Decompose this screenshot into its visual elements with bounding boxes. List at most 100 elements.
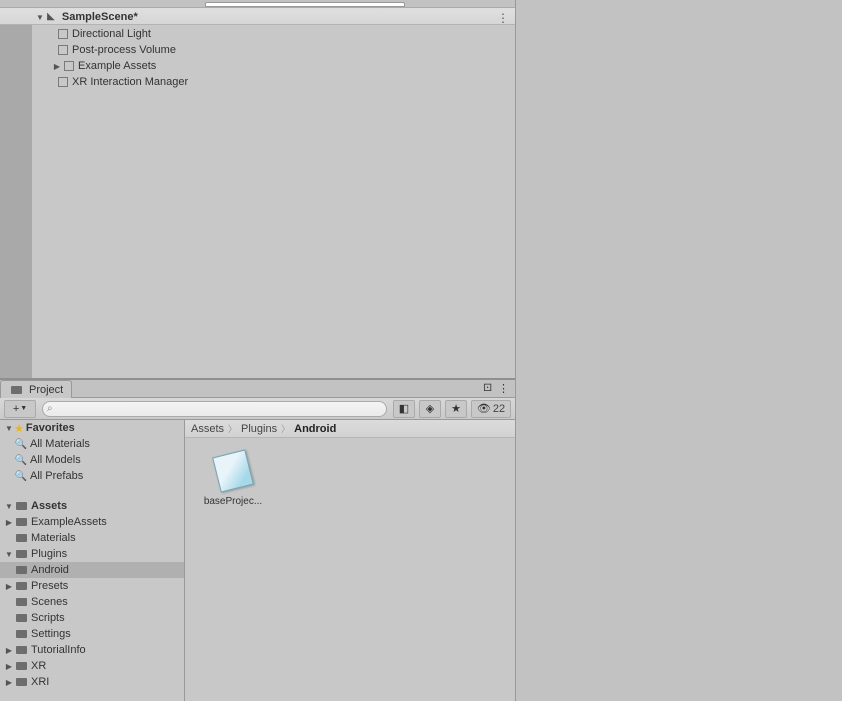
favorite-label: All Prefabs bbox=[30, 470, 83, 482]
caret-icon[interactable] bbox=[4, 550, 14, 559]
folder-label: Scripts bbox=[31, 612, 65, 624]
search-icon bbox=[14, 471, 28, 482]
scene-collapse-caret[interactable] bbox=[36, 11, 44, 23]
project-search-input[interactable]: ⌕ bbox=[42, 401, 387, 417]
caret-icon[interactable] bbox=[4, 678, 14, 687]
star-icon: ★ bbox=[451, 402, 461, 415]
document-icon bbox=[212, 449, 254, 492]
folder-scripts[interactable]: Scripts bbox=[0, 610, 184, 626]
tag-icon: ◈ bbox=[426, 402, 434, 415]
favorite-all-models[interactable]: All Models bbox=[0, 452, 184, 468]
hierarchy-margin bbox=[0, 25, 32, 378]
folder-exampleassets[interactable]: ExampleAssets bbox=[0, 514, 184, 530]
expand-caret[interactable] bbox=[52, 61, 62, 71]
favorite-all-prefabs[interactable]: All Prefabs bbox=[0, 468, 184, 484]
folder-icon bbox=[14, 582, 28, 590]
tab-project[interactable]: Project bbox=[0, 380, 72, 398]
folder-label: Presets bbox=[31, 580, 68, 592]
hierarchy-item-label: Example Assets bbox=[78, 60, 156, 72]
caret-icon[interactable] bbox=[4, 424, 14, 433]
breadcrumb-current[interactable]: Android bbox=[294, 423, 336, 435]
filter-by-label-button[interactable]: ◈ bbox=[419, 400, 441, 418]
caret-icon[interactable] bbox=[4, 662, 14, 671]
caret-icon[interactable] bbox=[4, 582, 14, 591]
assets-label: Assets bbox=[31, 500, 67, 512]
search-sliver[interactable] bbox=[205, 2, 405, 7]
hidden-toggle-button[interactable]: 👁 22 bbox=[471, 400, 511, 418]
filter-type-icon: ◧ bbox=[399, 402, 409, 415]
tab-label: Project bbox=[29, 384, 63, 396]
folder-icon bbox=[14, 534, 28, 542]
assets-header[interactable]: Assets bbox=[0, 498, 184, 514]
favorite-all-materials[interactable]: All Materials bbox=[0, 436, 184, 452]
favorite-button[interactable]: ★ bbox=[445, 400, 467, 418]
hierarchy-item-example-assets[interactable]: Example Assets bbox=[32, 58, 515, 74]
lock-icon[interactable]: ⚀ bbox=[483, 383, 492, 394]
folder-tutorialinfo[interactable]: TutorialInfo bbox=[0, 642, 184, 658]
main-left-pane: SampleScene* ⋮ Directional Light Post-pr… bbox=[0, 0, 516, 701]
hierarchy-item-directional-light[interactable]: Directional Light bbox=[32, 26, 515, 42]
project-tree: ★ Favorites All Materials All Models All bbox=[0, 420, 185, 701]
breadcrumb-sep: 〉 bbox=[228, 422, 237, 435]
plus-icon: + bbox=[13, 403, 19, 415]
hierarchy-context-menu-icon[interactable]: ⋮ bbox=[497, 11, 509, 25]
folder-materials[interactable]: Materials bbox=[0, 530, 184, 546]
folder-settings[interactable]: Settings bbox=[0, 626, 184, 642]
project-panel: Project ⚀ ⋮ + ▼ ⌕ ◧ ◈ ★ bbox=[0, 378, 515, 701]
folder-icon bbox=[14, 662, 28, 670]
gameobject-icon bbox=[56, 27, 70, 41]
favorites-label: Favorites bbox=[26, 422, 75, 434]
breadcrumb-item[interactable]: Assets bbox=[191, 423, 224, 435]
project-tabbar: Project ⚀ ⋮ bbox=[0, 380, 515, 398]
breadcrumb-sep: 〉 bbox=[281, 422, 290, 435]
filter-by-type-button[interactable]: ◧ bbox=[393, 400, 415, 418]
folder-android[interactable]: Android bbox=[0, 562, 184, 578]
folder-label: Materials bbox=[31, 532, 76, 544]
folder-label: ExampleAssets bbox=[31, 516, 107, 528]
project-toolbar: + ▼ ⌕ ◧ ◈ ★ 👁 22 bbox=[0, 398, 515, 420]
hierarchy-panel: SampleScene* ⋮ Directional Light Post-pr… bbox=[0, 8, 515, 378]
folder-presets[interactable]: Presets bbox=[0, 578, 184, 594]
folder-plugins[interactable]: Plugins bbox=[0, 546, 184, 562]
star-icon: ★ bbox=[14, 422, 24, 435]
caret-icon[interactable] bbox=[4, 502, 14, 511]
breadcrumb-item[interactable]: Plugins bbox=[241, 423, 277, 435]
panel-menu-icon[interactable]: ⋮ bbox=[498, 382, 509, 395]
folder-label: Android bbox=[31, 564, 69, 576]
hierarchy-item-label: XR Interaction Manager bbox=[72, 76, 188, 88]
folder-xr[interactable]: XR bbox=[0, 658, 184, 674]
folder-scenes[interactable]: Scenes bbox=[0, 594, 184, 610]
folder-icon bbox=[14, 678, 28, 686]
folder-icon bbox=[14, 614, 28, 622]
unity-icon bbox=[44, 10, 58, 24]
caret-icon[interactable] bbox=[4, 518, 14, 527]
folder-icon bbox=[14, 550, 28, 558]
folder-icon bbox=[14, 502, 28, 510]
search-field[interactable] bbox=[53, 403, 382, 415]
eye-off-icon: 👁 bbox=[477, 402, 491, 415]
scene-header-row[interactable]: SampleScene* bbox=[0, 8, 515, 25]
search-icon bbox=[14, 455, 28, 466]
caret-icon[interactable] bbox=[4, 646, 14, 655]
folder-label: XRI bbox=[31, 676, 49, 688]
project-body: ★ Favorites All Materials All Models All bbox=[0, 420, 515, 701]
asset-item-baseproject[interactable]: baseProjec... bbox=[201, 450, 265, 507]
top-sliver bbox=[0, 0, 515, 8]
content-grid[interactable]: baseProjec... bbox=[185, 438, 515, 701]
project-content: Assets 〉 Plugins 〉 Android baseProjec... bbox=[185, 420, 515, 701]
folder-xri[interactable]: XRI bbox=[0, 674, 184, 690]
hierarchy-item-xr-manager[interactable]: XR Interaction Manager bbox=[32, 74, 515, 90]
folder-label: TutorialInfo bbox=[31, 644, 86, 656]
folder-icon bbox=[14, 518, 28, 526]
hierarchy-item-postprocess[interactable]: Post-process Volume bbox=[32, 42, 515, 58]
folder-icon bbox=[9, 386, 23, 394]
folder-icon bbox=[14, 566, 28, 574]
hierarchy-list: Directional Light Post-process Volume Ex… bbox=[32, 25, 515, 378]
hidden-count: 22 bbox=[493, 403, 505, 415]
asset-label: baseProjec... bbox=[204, 496, 262, 507]
create-button[interactable]: + ▼ bbox=[4, 400, 36, 418]
folder-icon bbox=[14, 630, 28, 638]
hierarchy-body: Directional Light Post-process Volume Ex… bbox=[0, 25, 515, 378]
favorites-header[interactable]: ★ Favorites bbox=[0, 420, 184, 436]
folder-label: XR bbox=[31, 660, 46, 672]
